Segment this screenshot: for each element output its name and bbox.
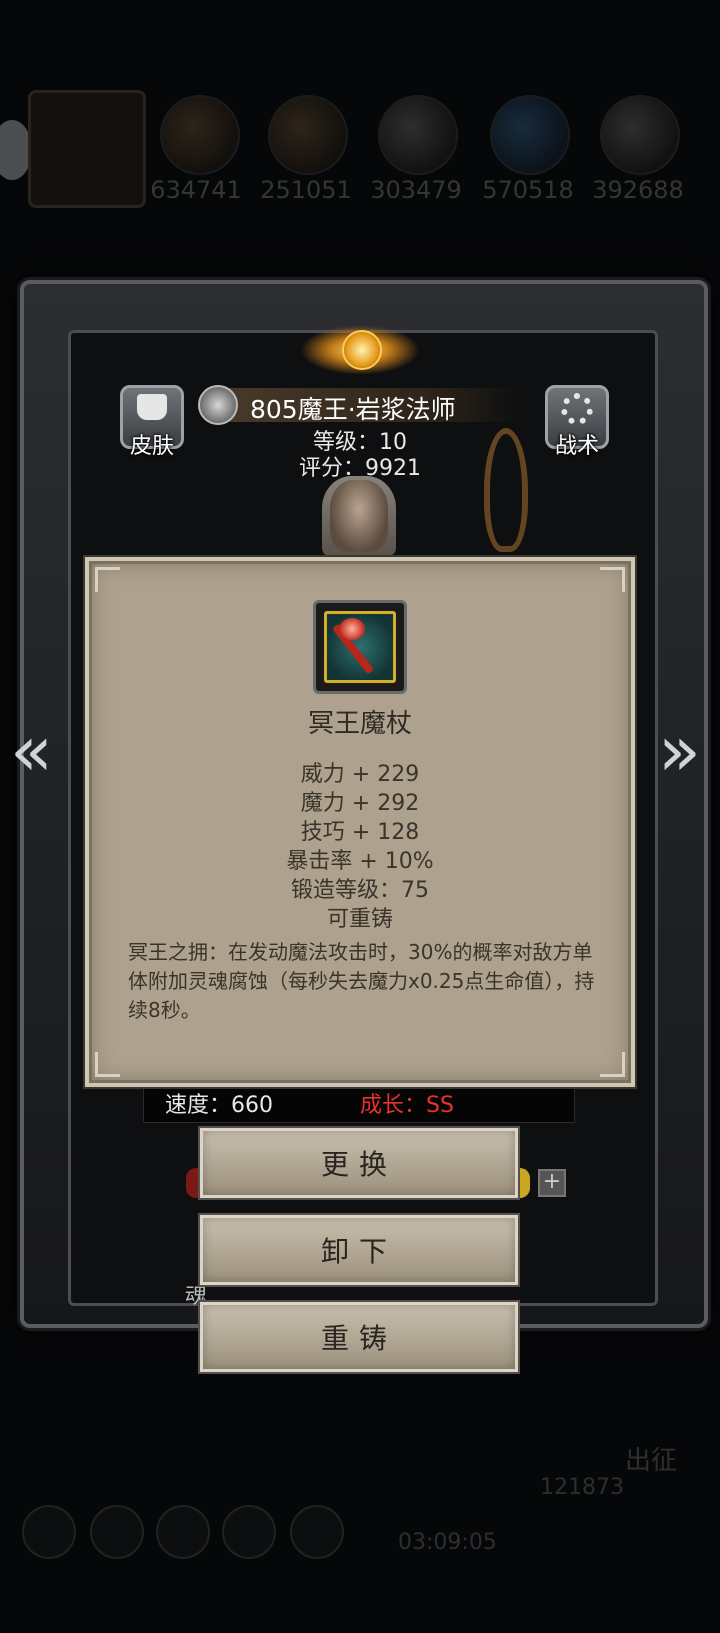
resource-icon-4 — [490, 95, 570, 175]
resource-count-4: 570518 — [482, 176, 574, 204]
item-stat-reforgeable: 可重铸 — [326, 907, 393, 932]
add-plus-icon[interactable]: + — [538, 1169, 566, 1197]
reforge-button[interactable]: 重铸 — [200, 1302, 518, 1372]
item-stat-magic: 魔力 + 292 — [300, 791, 420, 816]
player-avatar[interactable] — [28, 90, 146, 208]
staff-head — [339, 618, 365, 640]
hero-name: 805魔王·岩浆法师 — [250, 395, 456, 424]
bg-timer: 03:09:05 — [398, 1530, 497, 1555]
bg-depart-button[interactable]: 出征 — [625, 1440, 677, 1477]
resource-count-5: 392688 — [592, 176, 684, 204]
item-icon-frame — [313, 600, 407, 694]
bottom-menu-icon-2[interactable] — [90, 1505, 144, 1559]
resource-icon-5 — [600, 95, 680, 175]
speed-stat: 速度：660 — [165, 1093, 273, 1118]
item-description: 冥王之拥：在发动魔法攻击时，30%的概率对敌方单体附加灵魂腐蚀（每秒失去魔力x0… — [128, 940, 595, 1022]
resource-icon-3 — [378, 95, 458, 175]
staff-icon — [324, 611, 396, 683]
popup-corner-bl — [95, 1052, 120, 1077]
item-stat-power: 威力 + 229 — [300, 762, 420, 787]
bg-currency: 121873 — [540, 1475, 624, 1500]
replace-button[interactable]: 更换 — [200, 1128, 518, 1198]
item-name: 冥王魔杖 — [307, 709, 412, 739]
unequip-button[interactable]: 卸下 — [200, 1215, 518, 1285]
item-stat-skill: 技巧 + 128 — [300, 820, 420, 845]
growth-stat: 成长：SS — [360, 1093, 454, 1118]
resource-count-1: 634741 — [150, 176, 242, 204]
popup-corner-br — [600, 1052, 625, 1077]
popup-corner-tl — [95, 567, 120, 592]
item-stat-crit: 暴击率 + 10% — [286, 849, 434, 874]
shirt-icon — [137, 394, 167, 420]
gear-icon — [561, 393, 593, 425]
popup-corner-tr — [600, 567, 625, 592]
crest-emblem-icon — [342, 330, 382, 370]
rank-badge-icon — [198, 385, 238, 425]
flame-decoration — [484, 428, 528, 552]
resource-count-3: 303479 — [370, 176, 462, 204]
resource-icon-1 — [160, 95, 240, 175]
item-stat-forge-level: 锻造等级：75 — [291, 878, 429, 903]
hero-portrait — [330, 480, 388, 552]
bottom-menu-icon-5[interactable] — [290, 1505, 344, 1559]
bottom-menu-icon-4[interactable] — [222, 1505, 276, 1559]
bottom-menu-icon-3[interactable] — [156, 1505, 210, 1559]
resource-icon-2 — [268, 95, 348, 175]
bottom-menu-icon-1[interactable] — [22, 1505, 76, 1559]
resource-count-2: 251051 — [260, 176, 352, 204]
